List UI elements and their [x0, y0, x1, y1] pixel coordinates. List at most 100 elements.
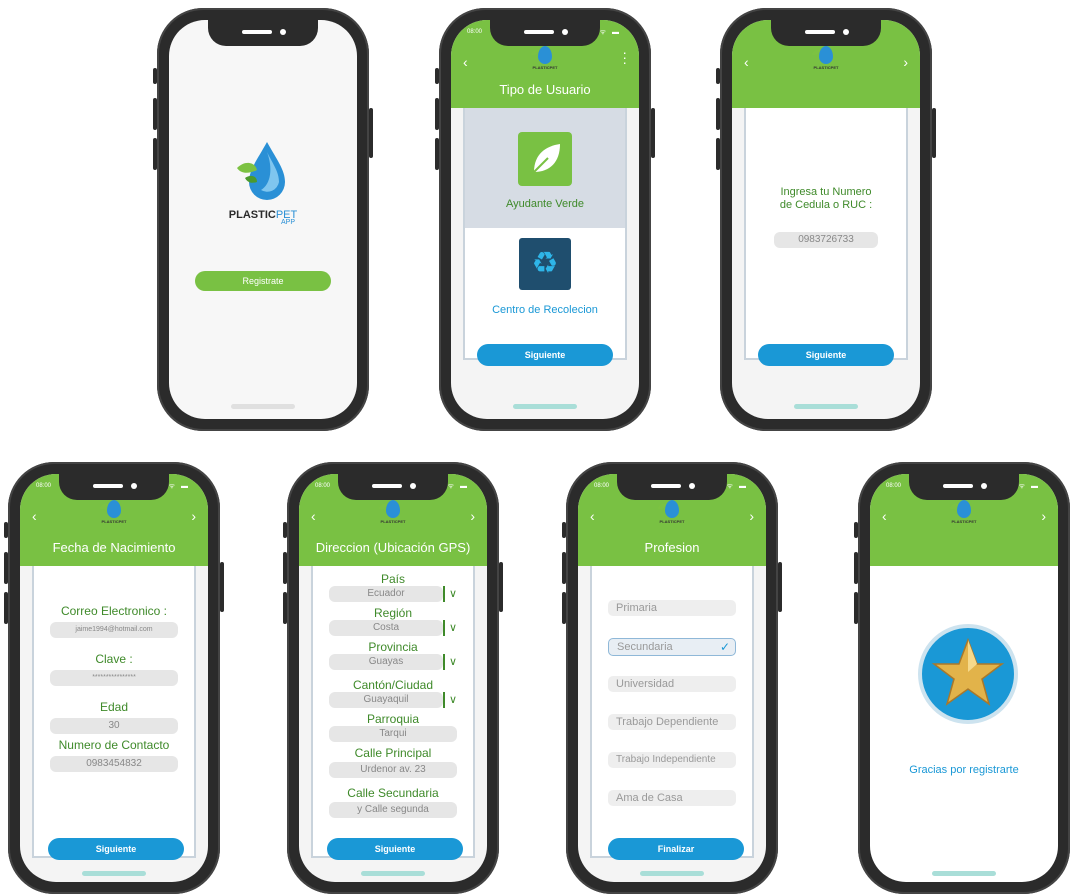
- back-arrow-icon[interactable]: ‹: [311, 508, 316, 524]
- option-universidad[interactable]: Universidad: [608, 676, 736, 692]
- next-button[interactable]: Siguiente: [758, 344, 894, 366]
- option-primaria[interactable]: Primaria: [608, 600, 736, 616]
- forward-arrow-icon[interactable]: ›: [903, 54, 908, 70]
- phone-profession: 08:00 ᯤ ▬ ‹ › PLASTICPET Profesion Prima…: [562, 462, 782, 894]
- profession-panel: Primaria Secundaria ✓ Universidad Trabaj…: [590, 566, 754, 858]
- country-label: País: [380, 572, 405, 586]
- parish-label: Parroquia: [366, 712, 420, 726]
- signal-battery-icon: ᯤ ▬: [599, 29, 621, 36]
- home-indicator[interactable]: [794, 404, 858, 409]
- register-button[interactable]: Registrate: [195, 271, 331, 291]
- chevron-down-icon[interactable]: ∨: [443, 620, 461, 636]
- forward-arrow-icon[interactable]: ›: [470, 508, 475, 524]
- forward-arrow-icon[interactable]: ›: [1041, 508, 1046, 524]
- address-screen: 08:00 ᯤ ▬ ‹ › PLASTICPET Direccion (Ubic…: [299, 474, 487, 882]
- thanks-message: Gracias por registrarte: [909, 764, 1019, 776]
- notch: [59, 474, 169, 500]
- water-drop-icon: [237, 142, 285, 200]
- back-arrow-icon[interactable]: ‹: [744, 54, 749, 70]
- home-indicator[interactable]: [231, 404, 295, 409]
- option-ama-de-casa[interactable]: Ama de Casa: [608, 790, 736, 806]
- home-indicator[interactable]: [82, 871, 146, 876]
- forward-arrow-icon[interactable]: ›: [749, 508, 754, 524]
- phone-personal-data: 08:00 ᯤ ▬ ‹ › PLASTICPET Fecha de Nacimi…: [4, 462, 224, 894]
- parish-field[interactable]: Tarqui: [329, 726, 457, 742]
- status-time: 08:00: [36, 483, 52, 489]
- leaf-icon: [518, 132, 572, 186]
- home-indicator[interactable]: [640, 871, 704, 876]
- phone-address: 08:00 ᯤ ▬ ‹ › PLASTICPET Direccion (Ubic…: [283, 462, 503, 894]
- back-arrow-icon[interactable]: ‹: [463, 54, 468, 70]
- status-time: 08:00: [467, 29, 483, 35]
- region-label: Región: [373, 606, 413, 620]
- province-label: Provincia: [368, 640, 418, 654]
- personal-data-panel: Correo Electronico : jaime1994@hotmail.c…: [32, 566, 196, 858]
- app-logo: PLASTICPET: [373, 500, 413, 524]
- password-field[interactable]: ****************: [50, 670, 178, 686]
- region-select[interactable]: Costa: [329, 620, 443, 636]
- home-indicator[interactable]: [361, 871, 425, 876]
- main-street-field[interactable]: Urdenor av. 23: [329, 762, 457, 778]
- notch: [771, 20, 881, 46]
- option-trabajo-dependiente[interactable]: Trabajo Dependiente: [608, 714, 736, 730]
- notch: [208, 20, 318, 46]
- email-label: Correo Electronico :: [60, 604, 168, 618]
- finish-button[interactable]: Finalizar: [608, 838, 744, 860]
- back-arrow-icon[interactable]: ‹: [32, 508, 37, 524]
- app-logo: PLASTICPET: [652, 500, 692, 524]
- province-select[interactable]: Guayas: [329, 654, 443, 670]
- next-button[interactable]: Siguiente: [477, 344, 613, 366]
- signal-battery-icon: ᯤ ▬: [726, 483, 748, 490]
- option-trabajo-independiente[interactable]: Trabajo Independiente: [608, 752, 736, 768]
- id-prompt: Ingresa tu Numero de Cedula o RUC :: [779, 186, 873, 211]
- page-title: Direccion (Ubicación GPS): [315, 540, 471, 555]
- option-label: Centro de Recolecion: [492, 304, 598, 316]
- option-centro-recoleccion[interactable]: ♻ Centro de Recolecion: [465, 228, 625, 348]
- back-arrow-icon[interactable]: ‹: [590, 508, 595, 524]
- id-number-screen: ‹ › PLASTICPET Ingresa tu Numero de Cedul…: [732, 20, 920, 419]
- second-street-label: Calle Secundaria: [347, 786, 439, 800]
- user-type-screen: 08:00 ᯤ ▬ ‹ · · · PLASTICPET Tipo de Usuar…: [451, 20, 639, 419]
- more-menu-icon[interactable]: · · ·: [622, 45, 627, 69]
- app-logo: PLASTICPET: [94, 500, 134, 524]
- home-indicator[interactable]: [513, 404, 577, 409]
- signal-battery-icon: ᯤ ▬: [168, 483, 190, 490]
- notch: [909, 474, 1019, 500]
- page-title: Fecha de Nacimiento: [52, 540, 176, 555]
- profession-screen: 08:00 ᯤ ▬ ‹ › PLASTICPET Profesion Prima…: [578, 474, 766, 882]
- id-number-input[interactable]: 0983726733: [774, 232, 878, 248]
- city-label: Cantón/Ciudad: [352, 678, 434, 692]
- country-select[interactable]: Ecuador: [329, 586, 443, 602]
- chevron-down-icon[interactable]: ∨: [443, 654, 461, 670]
- status-time: 08:00: [315, 483, 331, 489]
- brand-name-plastic: PLASTIC: [228, 209, 276, 221]
- page-title: Tipo de Usuario: [499, 82, 591, 97]
- contact-field[interactable]: 0983454832: [50, 756, 178, 772]
- star-badge: [918, 624, 1018, 724]
- phone-id-number: ‹ › PLASTICPET Ingresa tu Numero de Cedul…: [716, 8, 936, 431]
- forward-arrow-icon[interactable]: ›: [191, 508, 196, 524]
- address-panel: País Ecuador ∨ Región Costa ∨ Provincia …: [311, 566, 475, 858]
- notch: [490, 20, 600, 46]
- app-logo: PLASTICPET: [525, 46, 565, 70]
- option-ayudante-verde[interactable]: Ayudante Verde: [465, 108, 625, 228]
- chevron-down-icon[interactable]: ∨: [443, 586, 461, 602]
- city-select[interactable]: Guayaquil: [329, 692, 443, 708]
- option-secundaria[interactable]: Secundaria: [608, 638, 736, 656]
- chevron-down-icon[interactable]: ∨: [443, 692, 461, 708]
- age-field[interactable]: 30: [50, 718, 178, 734]
- next-button[interactable]: Siguiente: [327, 838, 463, 860]
- password-label: Clave :: [95, 652, 133, 666]
- home-indicator[interactable]: [932, 871, 996, 876]
- id-panel: Ingresa tu Numero de Cedula o RUC : 09837…: [744, 108, 908, 360]
- email-field[interactable]: jaime1994@hotmail.com: [50, 622, 178, 638]
- phone-user-type: 08:00 ᯤ ▬ ‹ · · · PLASTICPET Tipo de Usuar…: [435, 8, 655, 431]
- back-arrow-icon[interactable]: ‹: [882, 508, 887, 524]
- second-street-field[interactable]: y Calle segunda: [329, 802, 457, 818]
- next-button[interactable]: Siguiente: [48, 838, 184, 860]
- app-logo: PLASTICPET: [944, 500, 984, 524]
- option-label: Ayudante Verde: [505, 198, 585, 210]
- contact-label: Numero de Contacto: [58, 738, 170, 752]
- phone-splash: PLASTICPET APP Registrate: [153, 8, 373, 431]
- status-time: 08:00: [886, 483, 902, 489]
